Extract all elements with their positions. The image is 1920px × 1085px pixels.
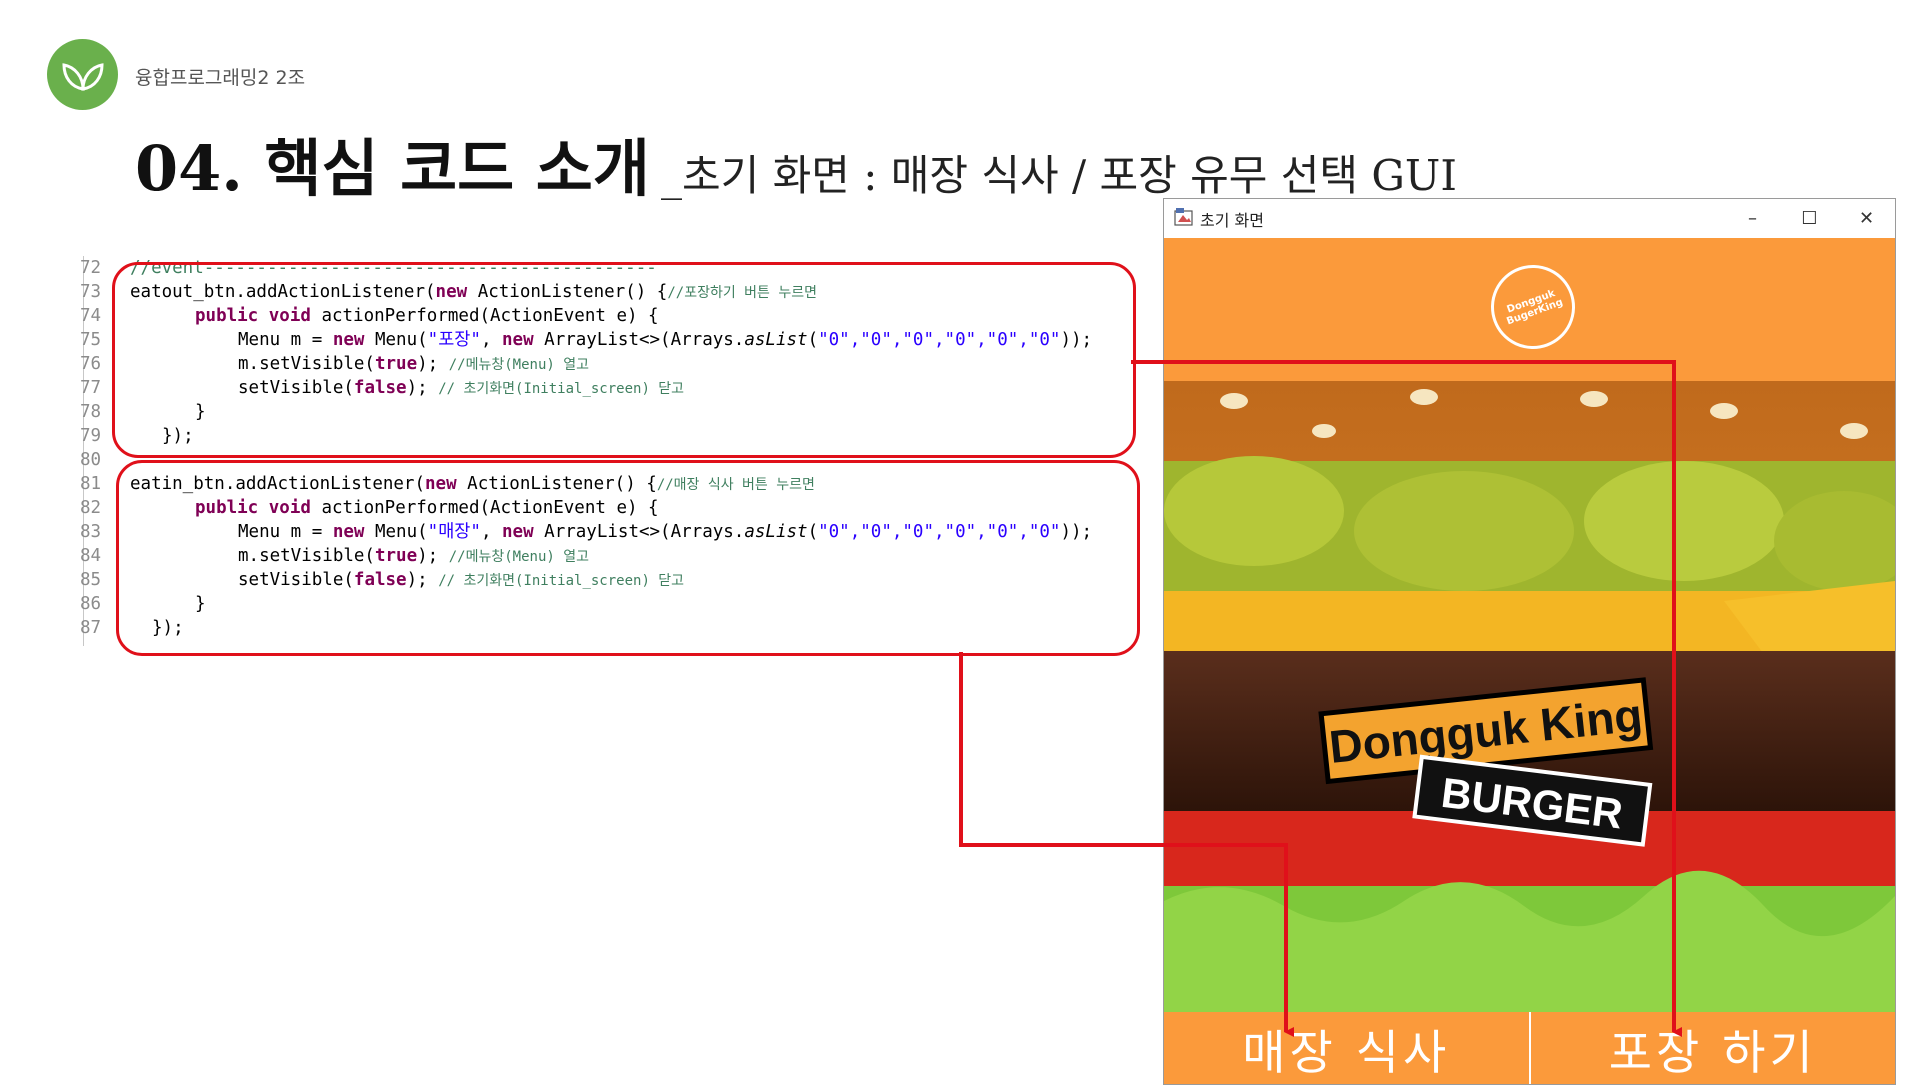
line-number: 85 [80, 570, 102, 590]
initial-screen-window: 초기 화면 – ☐ ✕ Dongguk BugerKing Dongguk Ki… [1163, 198, 1896, 1085]
eatin-button[interactable]: 매장 식사 [1164, 1012, 1531, 1084]
line-number: 77 [80, 378, 102, 398]
title-main: 04. 핵심 코드 소개 [135, 132, 650, 205]
burger-image: Dongguk King BURGER [1164, 381, 1895, 1012]
line-number: 72 [80, 258, 102, 278]
line-number: 80 [80, 450, 102, 470]
window-title: 초기 화면 [1200, 210, 1264, 230]
eatin-code-highlight [116, 460, 1140, 656]
eatout-button[interactable]: 포장 하기 [1531, 1012, 1896, 1084]
line-number: 81 [80, 474, 102, 494]
window-titlebar: 초기 화면 – ☐ ✕ [1164, 199, 1895, 238]
maximize-button[interactable]: ☐ [1781, 208, 1838, 229]
line-number: 79 [80, 426, 102, 446]
title-sub: _초기 화면 : 매장 식사 / 포장 유무 선택 GUI [660, 151, 1457, 200]
leaf-icon [61, 62, 104, 91]
order-type-buttons: 매장 식사 포장 하기 [1164, 1012, 1895, 1084]
line-number: 83 [80, 522, 102, 542]
slide-title: 04. 핵심 코드 소개 _초기 화면 : 매장 식사 / 포장 유무 선택 G… [135, 118, 1457, 208]
brand-header: Dongguk BugerKing [1164, 238, 1895, 381]
line-number: 75 [80, 330, 102, 350]
code-line: 80 [80, 448, 110, 472]
line-number: 84 [80, 546, 102, 566]
java-app-icon [1174, 207, 1194, 231]
minimize-button[interactable]: – [1724, 208, 1781, 229]
line-number: 78 [80, 402, 102, 422]
team-logo [47, 39, 118, 110]
brand-logo: Dongguk BugerKing [1479, 253, 1587, 361]
eatout-code-highlight [112, 262, 1136, 458]
line-number: 74 [80, 306, 102, 326]
line-number: 73 [80, 282, 102, 302]
line-number: 87 [80, 618, 102, 638]
team-name: 융합프로그래밍2 2조 [135, 67, 306, 89]
line-number: 86 [80, 594, 102, 614]
close-button[interactable]: ✕ [1838, 208, 1895, 229]
line-number: 82 [80, 498, 102, 518]
line-number: 76 [80, 354, 102, 374]
